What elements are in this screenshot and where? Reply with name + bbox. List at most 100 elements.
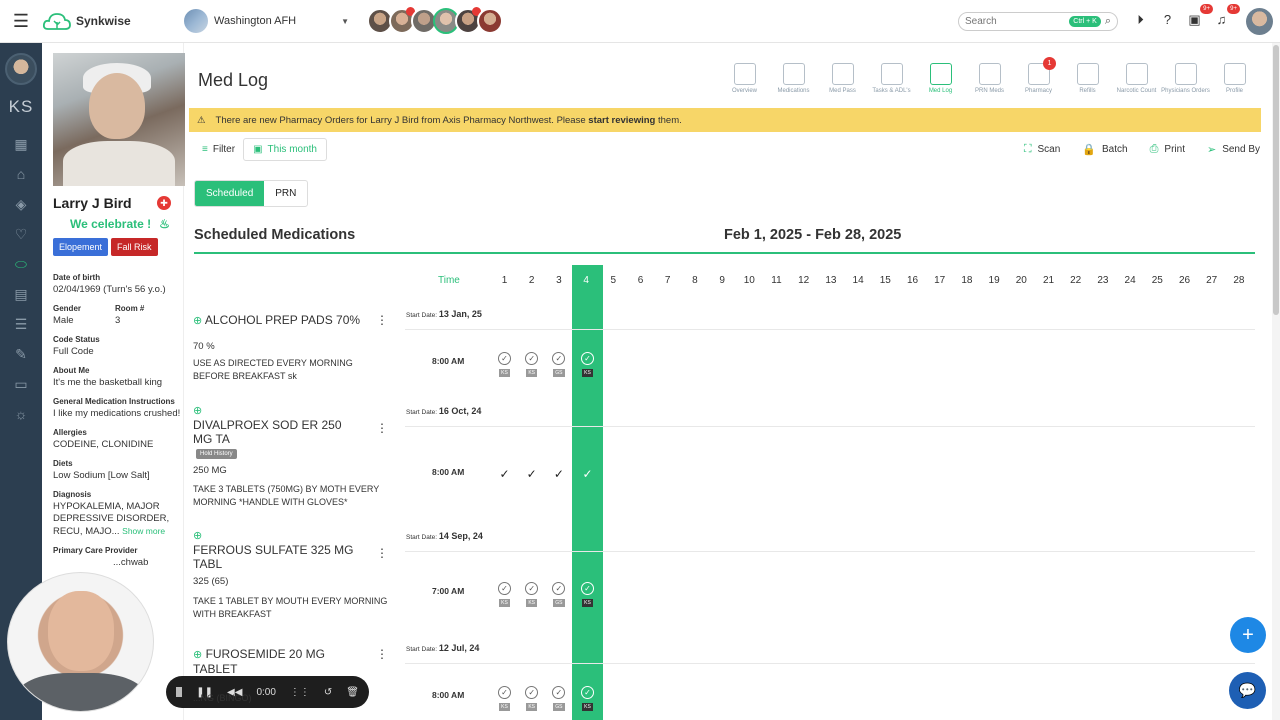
med-name[interactable]: DIVALPROEX SOD ER 250 MG TA <box>193 418 358 446</box>
dose-cell[interactable]: ✓ GS <box>545 352 572 377</box>
administered-check-icon: ✓ <box>498 686 511 699</box>
nav-item-refills[interactable]: Refills <box>1063 63 1112 94</box>
play-icon[interactable]: ⏵ <box>1132 11 1149 28</box>
pen-icon[interactable]: ✎ <box>0 339 42 369</box>
administered-check-icon: ✓ <box>552 686 566 699</box>
tab-scheduled[interactable]: Scheduled <box>195 181 265 206</box>
month-selector[interactable]: ▣ This month <box>243 137 327 161</box>
dose-cell[interactable]: ✓ KS <box>574 686 601 711</box>
nav-item-med-log[interactable]: Med Log <box>916 63 965 94</box>
resident-avatar[interactable] <box>477 8 503 34</box>
nav-label: Profile <box>1225 88 1243 94</box>
bell-icon[interactable]: ♫ 9+ <box>1213 4 1240 28</box>
dose-cell[interactable]: ✓ KS <box>574 582 601 607</box>
dose-cell[interactable]: ✓ KS <box>518 582 545 607</box>
dose-cell[interactable]: ✓ KS <box>574 352 601 377</box>
cloud-logo-icon <box>42 13 71 30</box>
facility-selector[interactable]: Washington AFH ▼ <box>184 9 349 33</box>
med-name[interactable]: ⊕ FUROSEMIDE 20 MG TABLET <box>193 647 363 676</box>
nav-item-physicians-orders[interactable]: Physicians Orders <box>1161 63 1210 94</box>
search-icon[interactable]: ⌕ <box>1105 15 1111 28</box>
nav-item-overview[interactable]: Overview <box>720 63 769 94</box>
day-header: 25 <box>1151 275 1163 286</box>
med-name[interactable]: FERROUS SULFATE 325 MG TABL <box>193 543 358 571</box>
med-menu-icon[interactable]: ⋮ <box>376 546 388 560</box>
search-box[interactable]: Ctrl + K ⌕ <box>958 12 1118 31</box>
scan-label: Scan <box>1037 143 1061 155</box>
administered-check-icon: ✓ <box>525 352 539 365</box>
search-input[interactable] <box>965 16 1070 27</box>
pill-icon[interactable]: ⬭ <box>0 249 42 279</box>
scrollbar-thumb[interactable] <box>1273 45 1279 315</box>
dose-cell[interactable]: ✓ <box>518 467 545 481</box>
medical-alert-icon[interactable]: ✚ <box>157 196 171 210</box>
show-more-link[interactable]: Show more <box>122 526 165 536</box>
chat-button[interactable]: 💬 <box>1229 672 1266 709</box>
tab-prn[interactable]: PRN <box>264 181 307 206</box>
row-divider <box>405 551 1255 552</box>
schedule-tabs: Scheduled PRN <box>194 180 309 207</box>
user-avatar[interactable] <box>1246 8 1273 35</box>
med-plus[interactable]: ⊕ <box>193 403 363 418</box>
dose-cell[interactable]: ✓ KS <box>491 352 518 377</box>
dose-cell[interactable]: ✓ <box>574 467 601 481</box>
nav-item-narcotic-count[interactable]: Narcotic Count <box>1112 63 1161 94</box>
dose-cell[interactable]: ✓ KS <box>518 352 545 377</box>
dose-cell[interactable]: ✓ <box>545 467 572 481</box>
day-header: 1 <box>501 275 508 286</box>
add-button[interactable]: + <box>1230 617 1266 653</box>
help-icon[interactable]: ? <box>1159 11 1176 28</box>
heart-icon[interactable]: ♡ <box>0 219 42 249</box>
lightbulb-icon[interactable]: ☼ <box>0 399 42 429</box>
staff-avatar[interactable] <box>5 53 37 85</box>
nav-item-med-pass[interactable]: Med Pass <box>818 63 867 94</box>
print-button[interactable]: ⎙ Print <box>1150 143 1185 156</box>
day-header: 20 <box>1015 275 1027 286</box>
webcam-overlay[interactable] <box>7 572 154 712</box>
med-menu-icon[interactable]: ⋮ <box>376 313 388 327</box>
nav-item-medications[interactable]: Medications <box>769 63 818 94</box>
nav-item-pharmacy[interactable]: Pharmacy 1 <box>1014 57 1063 94</box>
med-menu-icon[interactable]: ⋮ <box>376 421 388 435</box>
nav-item-tasks-adl-s[interactable]: Tasks & ADL's <box>867 63 916 94</box>
nav-item-profile[interactable]: Profile <box>1210 63 1259 94</box>
staff-initials-badge: KS <box>526 703 538 711</box>
diets-label: Diets <box>53 459 73 468</box>
med-plus[interactable]: ⊕ <box>193 528 363 543</box>
dob-value: 02/04/1969 (Turn's 56 y.o.) <box>53 284 166 295</box>
filter-button[interactable]: ≡ Filter <box>194 144 243 155</box>
fall-risk-tag[interactable]: Fall Risk <box>111 238 158 256</box>
hold-history-badge[interactable]: Hold History <box>196 449 237 459</box>
list-icon[interactable]: ☰ <box>0 309 42 339</box>
med-menu-icon[interactable]: ⋮ <box>376 647 388 661</box>
send-by-button[interactable]: ➢ Send By <box>1207 143 1260 156</box>
dose-cell[interactable]: ✓ GS <box>545 686 572 711</box>
celebrate-text: We celebrate ! <box>70 217 152 231</box>
dose-cell[interactable]: ✓ GS <box>545 582 572 607</box>
hamburger-menu-icon[interactable]: ☰ <box>0 0 42 43</box>
pharmacy-banner: ⚠ There are new Pharmacy Orders for Larr… <box>189 108 1261 132</box>
med-name[interactable]: ⊕ ALCOHOL PREP PADS 70% <box>193 313 363 328</box>
batch-button[interactable]: 🔒 Batch <box>1082 143 1127 156</box>
dose-cell[interactable]: ✓ KS <box>491 686 518 711</box>
day-header: 7 <box>664 275 671 286</box>
dashboard-icon[interactable]: ▦ <box>0 129 42 159</box>
clipboard-icon[interactable]: ▤ <box>0 279 42 309</box>
resident-name: Larry J Bird <box>53 195 132 211</box>
app-logo[interactable]: Synkwise <box>42 10 131 32</box>
calendar-icon[interactable]: ▣ 9+ <box>1186 4 1213 28</box>
scan-button[interactable]: ⛶ Scan <box>1024 143 1061 156</box>
dose-cell[interactable]: ✓ KS <box>518 686 545 711</box>
nav-label: Pharmacy <box>1024 88 1052 94</box>
start-reviewing-link[interactable]: start reviewing <box>588 115 655 126</box>
home-icon[interactable]: ⌂ <box>0 159 42 189</box>
time-header: Time <box>438 275 460 286</box>
stop-icon[interactable] <box>176 687 183 697</box>
dose-cell[interactable]: ✓ KS <box>491 582 518 607</box>
dose-cell[interactable]: ✓ <box>491 467 518 481</box>
nav-item-prn-meds[interactable]: PRN Meds <box>965 63 1014 94</box>
start-date: Start Date: 16 Oct, 24 <box>406 406 482 416</box>
monitor-icon[interactable]: ▭ <box>0 369 42 399</box>
elopement-tag[interactable]: Elopement <box>53 238 109 256</box>
box-icon[interactable]: ◈ <box>0 189 42 219</box>
